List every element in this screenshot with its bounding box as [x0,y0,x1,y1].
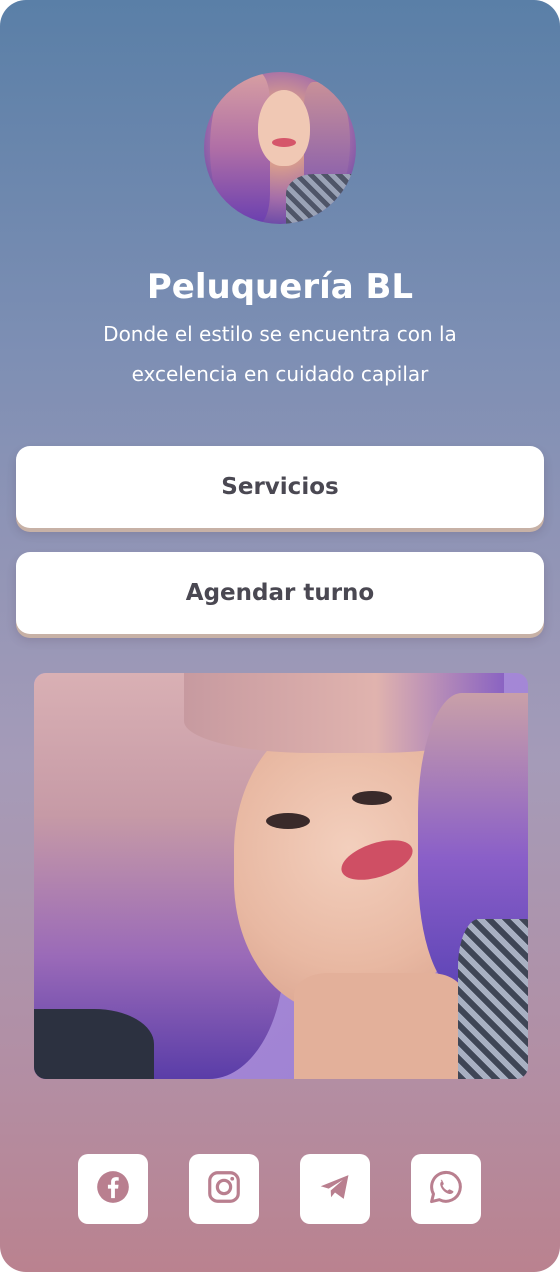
instagram-link[interactable] [189,1154,259,1224]
telegram-icon [316,1168,354,1210]
profile-description: Donde el estilo se encuentra con la exce… [60,314,500,394]
profile-name: Peluquería BL [146,267,414,307]
link-in-bio-card: Peluquería BL Donde el estilo se encuent… [0,0,560,1272]
whatsapp-link[interactable] [411,1154,481,1224]
servicios-button[interactable]: Servicios [16,446,544,528]
instagram-icon [205,1168,243,1210]
whatsapp-icon [427,1168,465,1210]
description-line-2: excelencia en cuidado capilar [131,362,429,386]
profile-avatar [204,72,356,224]
description-line-1: Donde el estilo se encuentra con la [103,322,457,346]
agendar-turno-button[interactable]: Agendar turno [16,552,544,634]
facebook-icon [94,1168,132,1210]
telegram-link[interactable] [300,1154,370,1224]
facebook-link[interactable] [78,1154,148,1224]
featured-photo [34,673,528,1079]
